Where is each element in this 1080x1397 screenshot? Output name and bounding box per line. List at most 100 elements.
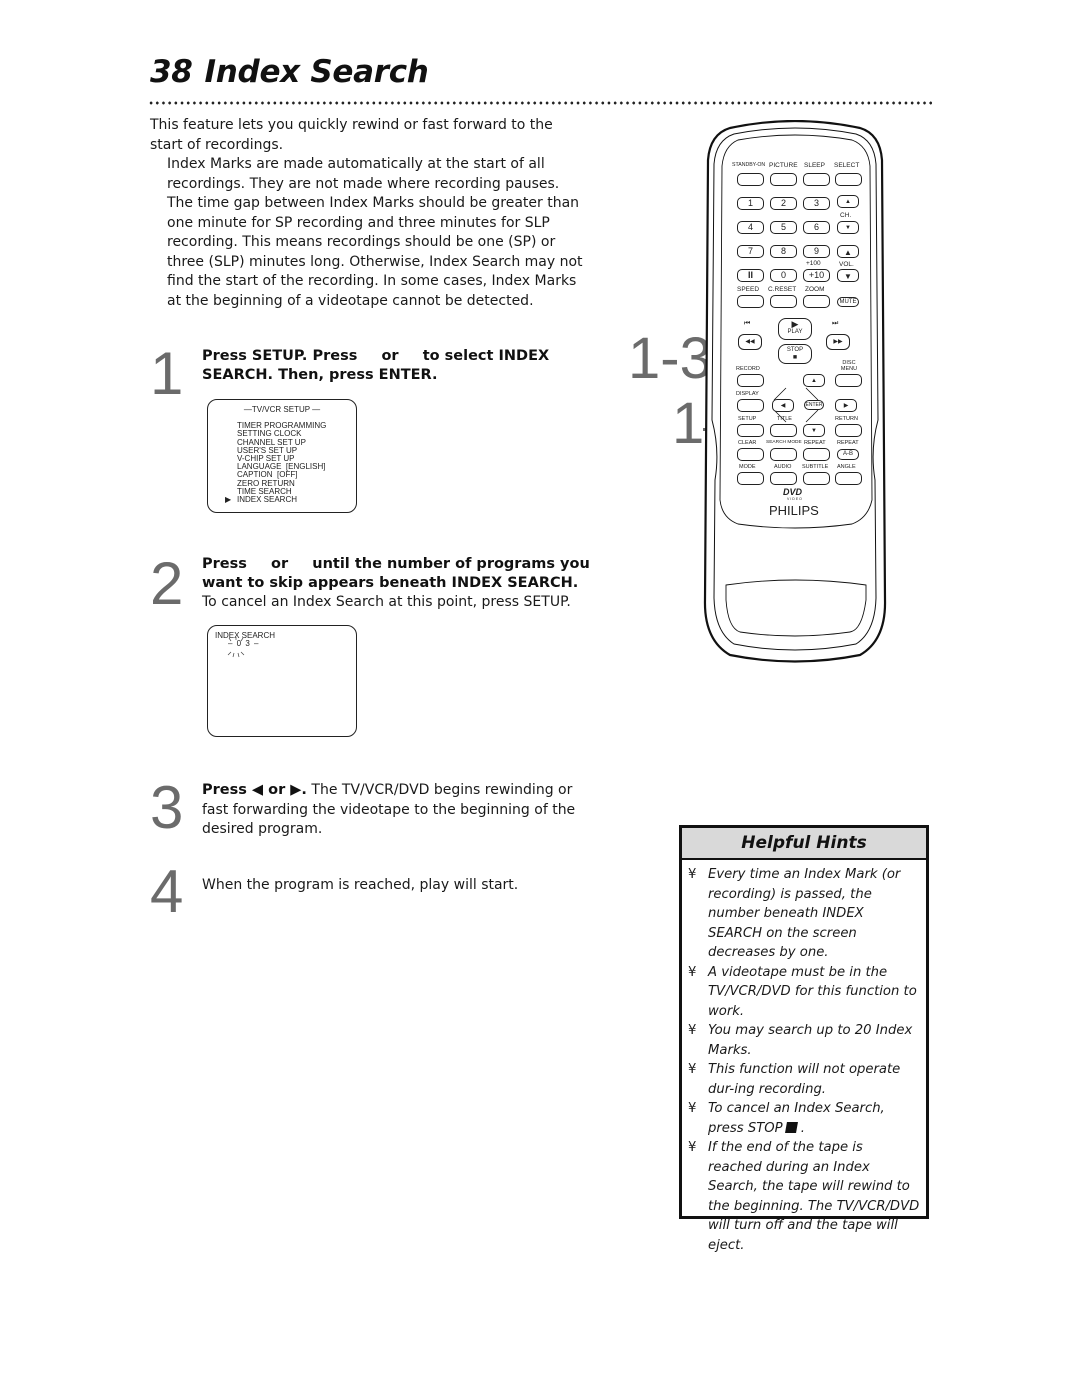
- channel-label: CH.: [840, 212, 852, 219]
- digit-0-button[interactable]: 0: [770, 269, 797, 282]
- speed-button[interactable]: [737, 295, 764, 308]
- stop-button[interactable]: STOP ■: [778, 344, 812, 364]
- pause-button[interactable]: II: [737, 269, 764, 282]
- subtitle-button[interactable]: [803, 472, 830, 485]
- step-text: Press: [202, 556, 247, 572]
- step-text: until the number of programs you want to…: [202, 556, 590, 591]
- clear-button[interactable]: [737, 448, 764, 461]
- setup-button[interactable]: [737, 424, 764, 437]
- stop-icon: [784, 1121, 798, 1133]
- osd-menu-list: TIMER PROGRAMMING SETTING CLOCK CHANNEL SE…: [208, 422, 356, 504]
- intro-paragraph-details: Index Marks are made automatically at th…: [167, 156, 583, 309]
- disc-menu-button[interactable]: [835, 374, 862, 387]
- step-instruction: Press ◀ or ▶. The TV/VCR/DVD begins rewi…: [202, 781, 587, 840]
- hint-item: ¥ This function will not operate dur-ing …: [688, 1060, 920, 1099]
- digit-4-button[interactable]: 4: [737, 221, 764, 234]
- osd-menu-title: —TV/VCR SETUP —: [243, 405, 321, 414]
- dvd-video-logo: DVD: [783, 487, 803, 497]
- page-title-text: Index Search: [204, 54, 429, 90]
- c-reset-button[interactable]: [770, 295, 797, 308]
- mute-button[interactable]: MUTE: [837, 297, 859, 307]
- dpad-down-button[interactable]: ▼: [803, 424, 825, 437]
- step-note: To cancel an Index Search at this point,…: [202, 594, 571, 610]
- channel-up-button[interactable]: ▲: [837, 195, 859, 208]
- helpful-hints-box: Helpful Hints ¥ Every time an Index Mark …: [679, 825, 929, 1253]
- volume-up-button[interactable]: ▲: [837, 245, 859, 258]
- osd-index-count: – 0 3 –: [228, 639, 260, 648]
- stop-label: STOP: [786, 347, 804, 353]
- hint-text: If the end of the tape is reached during…: [708, 1140, 920, 1253]
- step-text: Press ◀ or ▶.: [202, 782, 307, 798]
- dpad-up-button[interactable]: ▲: [803, 374, 825, 387]
- repeat-button[interactable]: [803, 448, 830, 461]
- helpful-hints-title: Helpful Hints: [682, 828, 926, 860]
- mode-button[interactable]: [737, 472, 764, 485]
- hint-text: A videotape must be in the TV/VCR/DVD fo…: [708, 964, 917, 1019]
- zoom-button[interactable]: [803, 295, 830, 308]
- repeat-label: REPEAT: [804, 440, 826, 446]
- record-button[interactable]: [737, 374, 764, 387]
- hint-text: This function will not operate dur-ing r…: [708, 1062, 901, 1097]
- angle-button[interactable]: [835, 472, 862, 485]
- dotted-divider: [148, 101, 932, 105]
- fast-forward-button[interactable]: ▶▶: [826, 334, 850, 350]
- hint-item: ¥ If the end of the tape is reached durin…: [688, 1138, 920, 1255]
- disc-menu-label: DISC MENU: [840, 360, 858, 372]
- hint-item: ¥ To cancel an Index Search, press STOP .: [688, 1101, 885, 1136]
- dpad-left-button[interactable]: ◀: [772, 399, 794, 412]
- zoom-label: ZOOM: [805, 286, 825, 293]
- repeat-ab-button[interactable]: A-B: [837, 449, 859, 460]
- step-number: 2: [150, 550, 184, 617]
- plus100-label: +100: [806, 260, 821, 267]
- speed-label: SPEED: [737, 286, 760, 293]
- standby-on-button[interactable]: [737, 173, 764, 186]
- enter-button[interactable]: ENTER: [804, 400, 824, 410]
- play-button[interactable]: ▶ PLAY: [778, 318, 812, 340]
- helpful-hints-list: ¥ Every time an Index Mark (or recording)…: [682, 860, 926, 1255]
- return-button[interactable]: [835, 424, 862, 437]
- dpad-right-button[interactable]: ▶: [835, 399, 857, 412]
- display-button[interactable]: [737, 399, 764, 412]
- step-number: 4: [150, 858, 184, 925]
- step-number: 1: [150, 340, 184, 407]
- c-reset-label: C.RESET: [768, 286, 797, 293]
- digit-6-button[interactable]: 6: [803, 221, 830, 234]
- step-text: Press SETUP. Press: [202, 348, 358, 364]
- search-mode-button[interactable]: [770, 448, 797, 461]
- skip-forward-icon: ⏭: [832, 320, 839, 327]
- rewind-button[interactable]: ◀◀: [738, 334, 762, 350]
- bullet-icon: ¥: [688, 1062, 697, 1077]
- digit-9-button[interactable]: 9: [803, 245, 830, 258]
- audio-button[interactable]: [770, 472, 797, 485]
- subtitle-label: SUBTITLE: [802, 464, 829, 470]
- display-label: DISPLAY: [736, 391, 759, 397]
- bullet-icon: ¥: [688, 1140, 697, 1155]
- plus10-button[interactable]: +10: [803, 269, 830, 282]
- channel-down-button[interactable]: ▼: [837, 221, 859, 234]
- hint-text: You may search up to 20 Index Marks.: [708, 1023, 913, 1058]
- brand-logo: PHILIPS: [769, 503, 819, 518]
- digit-8-button[interactable]: 8: [770, 245, 797, 258]
- sleep-button[interactable]: [803, 173, 830, 186]
- digit-1-button[interactable]: 1: [737, 197, 764, 210]
- step-number: 3: [150, 774, 184, 841]
- bullet-icon: ¥: [688, 964, 697, 980]
- picture-button[interactable]: [770, 173, 797, 186]
- digit-5-button[interactable]: 5: [770, 221, 797, 234]
- title-button[interactable]: [770, 424, 797, 437]
- hint-item: ¥ A videotape must be in the TV/VCR/DVD f…: [688, 963, 920, 1022]
- digit-2-button[interactable]: 2: [770, 197, 797, 210]
- tv-screen-setup-menu: —TV/VCR SETUP — TIMER PROGRAMMING SETTING…: [207, 399, 357, 513]
- digit-3-button[interactable]: 3: [803, 197, 830, 210]
- standby-on-label: STANDBY-ON: [732, 162, 766, 168]
- step-instruction: When the program is reached, play will s…: [202, 877, 519, 893]
- title-label: TITLE: [777, 416, 792, 422]
- return-label: RETURN: [835, 416, 858, 422]
- volume-label: VOL.: [839, 261, 854, 268]
- skip-back-icon: ⏮: [744, 320, 751, 327]
- hint-text: Every time an Index Mark (or recording) …: [708, 867, 901, 960]
- step-text: or: [381, 348, 399, 364]
- digit-7-button[interactable]: 7: [737, 245, 764, 258]
- select-button[interactable]: [835, 173, 862, 186]
- volume-down-button[interactable]: ▼: [837, 269, 859, 282]
